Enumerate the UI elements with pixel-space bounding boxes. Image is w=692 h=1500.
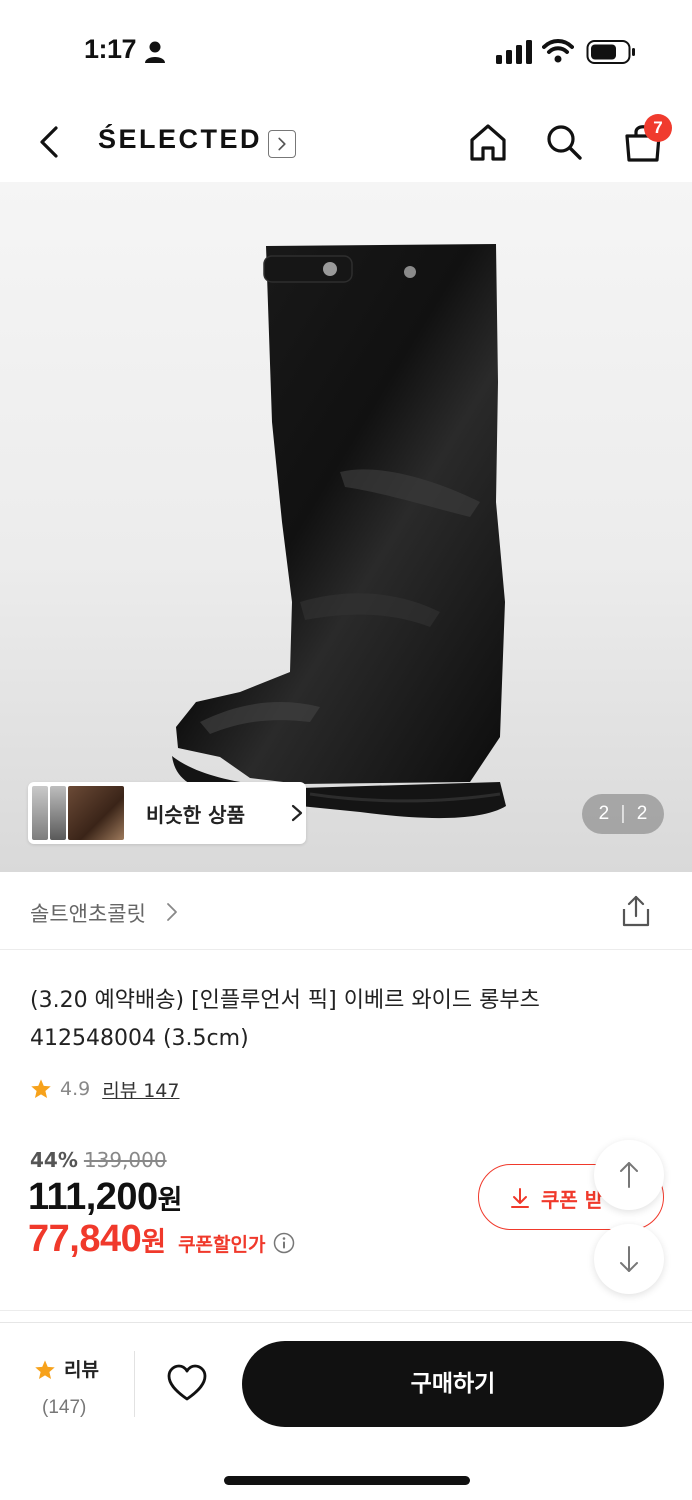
scroll-to-bottom-button[interactable] (594, 1224, 664, 1294)
home-icon[interactable] (468, 122, 508, 162)
bottom-action-bar: 리뷰 (147) 구매하기 (0, 1322, 692, 1500)
coupon-price-currency: 원 (141, 1227, 167, 1258)
app-header: ŚELECTED (0, 100, 692, 182)
product-image-gallery[interactable]: 비슷한 상품 2 | 2 (0, 182, 692, 872)
status-bar: 1:17 (0, 0, 692, 100)
similar-products-chip[interactable]: 비슷한 상품 (28, 782, 306, 844)
wifi-icon (542, 39, 574, 63)
signal-icon (496, 40, 532, 64)
battery-icon (586, 40, 635, 64)
star-icon (35, 1360, 55, 1379)
review-link[interactable]: 리뷰 147 (102, 1076, 179, 1103)
home-indicator (224, 1476, 470, 1485)
discount-rate: 44% (30, 1148, 78, 1172)
product-rating: 4.9 리뷰 147 (30, 1074, 179, 1104)
coupon-price-label: 쿠폰할인가 (178, 1234, 266, 1256)
heart-icon[interactable] (166, 1363, 208, 1403)
coupon-price-amount: 77,840 (28, 1218, 142, 1260)
arrow-down-icon (620, 1246, 638, 1272)
vertical-divider (134, 1351, 135, 1417)
product-title-line: (3.20 예약배송) [인플루언서 픽] 이베르 와이드 롱부츠 (30, 988, 540, 1013)
coupon-price: 77,840 원 쿠폰할인가 (28, 1218, 295, 1261)
arrow-up-icon (620, 1162, 638, 1188)
person-icon (145, 41, 165, 63)
chevron-right-icon (167, 903, 177, 921)
discount-line: 44% 139,000 (30, 1148, 167, 1172)
product-title: (3.20 예약배송) [인플루언서 픽] 이베르 와이드 롱부츠 412548… (30, 982, 640, 1058)
product-title-line: 412548004 (3.5cm) (30, 1026, 249, 1051)
back-icon[interactable] (34, 124, 64, 160)
star-icon (31, 1079, 51, 1098)
similar-product-thumbnails (32, 786, 124, 840)
review-summary-button[interactable]: 리뷰 (147) (30, 1353, 130, 1423)
product-image (172, 244, 506, 819)
page-total: 2 (636, 803, 648, 824)
image-page-indicator: 2 | 2 (582, 794, 664, 834)
share-icon[interactable] (620, 894, 652, 928)
get-coupon-label: 쿠폰 받 (541, 1188, 604, 1212)
page-separator: | (620, 803, 626, 824)
brand-arrow-icon[interactable] (268, 130, 296, 158)
scroll-to-top-button[interactable] (594, 1140, 664, 1210)
chevron-right-icon (291, 804, 303, 822)
rating-value: 4.9 (60, 1078, 91, 1100)
brand-name[interactable]: ŚELECTED (98, 124, 262, 155)
original-price: 139,000 (83, 1148, 167, 1172)
download-icon (511, 1188, 529, 1208)
status-time: 1:17 (84, 34, 137, 64)
section-divider (0, 1310, 692, 1311)
sale-price-currency: 원 (157, 1185, 183, 1216)
store-name-link[interactable]: 솔트앤초콜릿 (30, 898, 146, 928)
store-row: 솔트앤초콜릿 (0, 872, 692, 950)
review-label: 리뷰 (64, 1359, 99, 1381)
similar-thumb (50, 786, 66, 840)
search-icon[interactable] (544, 122, 584, 162)
cart-count-badge: 7 (644, 114, 672, 142)
similar-thumb (68, 786, 124, 840)
similar-thumb (32, 786, 48, 840)
review-count: (147) (42, 1397, 87, 1418)
info-icon[interactable] (273, 1232, 295, 1254)
sale-price-amount: 111,200 (28, 1176, 158, 1218)
sale-price: 111,200원 (28, 1176, 183, 1219)
buy-button[interactable]: 구매하기 (242, 1341, 664, 1427)
similar-products-label: 비슷한 상품 (146, 803, 245, 827)
page-current: 2 (598, 803, 610, 824)
